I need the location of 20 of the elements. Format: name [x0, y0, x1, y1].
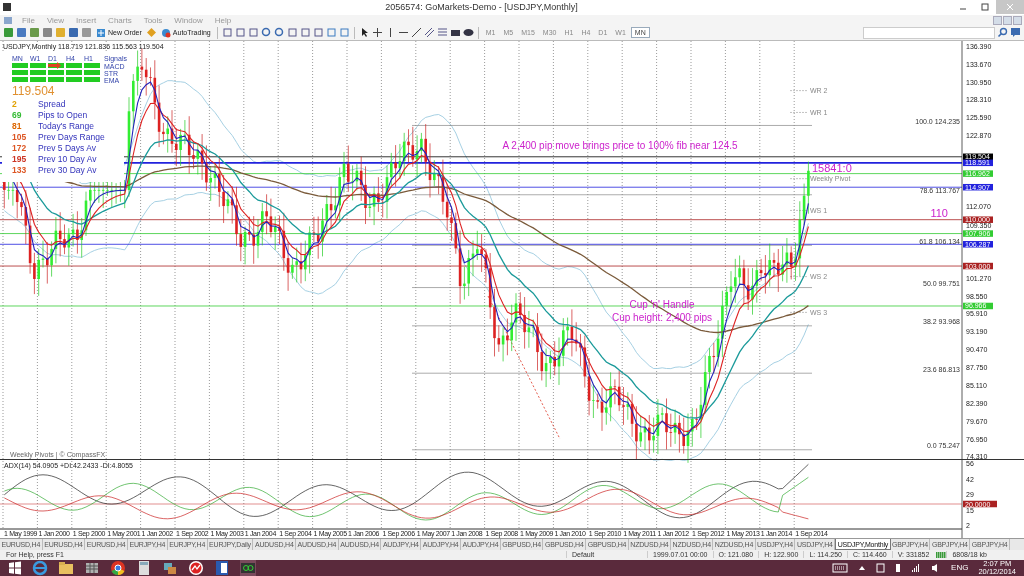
stat-label: Pips to Open [38, 110, 88, 120]
stat-label: Prev 10 Day Av [38, 154, 97, 164]
stat-label: Today's Range [38, 121, 94, 131]
stat-value: 81 [12, 121, 22, 131]
chart-annotation: 110 [930, 207, 948, 219]
stat-value: 172 [12, 143, 27, 153]
stat-label: Spread [38, 99, 66, 109]
chart-annotation: 15841:0 [812, 162, 852, 174]
language-indicator[interactable]: ENG [951, 563, 969, 573]
stat-value: 105 [12, 132, 27, 142]
stat-label: Prev Days Range [38, 132, 105, 142]
stat-value: 2 [12, 99, 17, 109]
stat-value: 69 [12, 110, 22, 120]
stat-label: Prev 30 Day Av [38, 165, 97, 175]
stat-value: 195 [12, 154, 27, 164]
current-price: 119.504 [12, 84, 55, 98]
stat-label: Prev 5 Days Av [38, 143, 96, 153]
chart-annotation: A 2,400 pip move brings price to 100% fib near 124.5 [502, 140, 738, 151]
window-title: 2056574: GoMarkets-Demo - [USDJPY,Monthly] [384, 2, 579, 13]
stat-value: 133 [12, 165, 27, 175]
